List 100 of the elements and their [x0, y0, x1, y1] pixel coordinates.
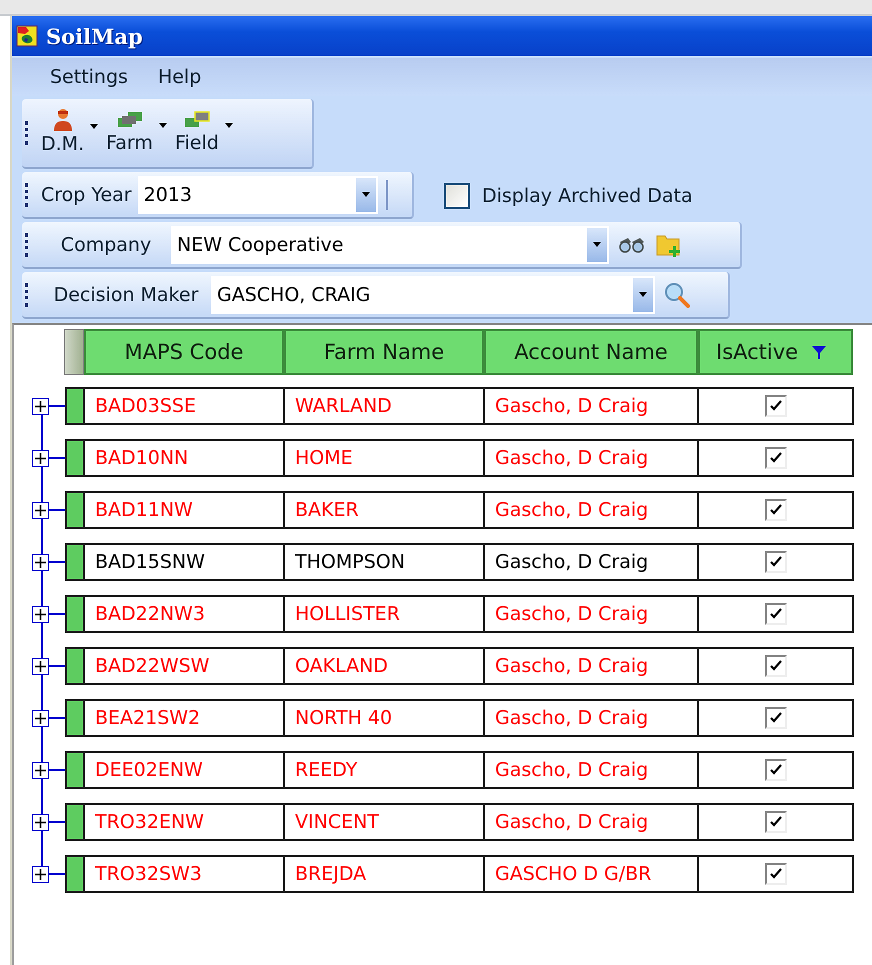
caret-icon	[90, 124, 98, 129]
table-cell: GASCHO D G/BR	[485, 857, 699, 891]
binoculars-icon[interactable]	[617, 236, 647, 254]
table-cell: VINCENT	[285, 805, 485, 839]
checkbox[interactable]	[444, 182, 470, 208]
checkmark-icon	[768, 503, 782, 517]
checkmark-icon	[768, 711, 782, 725]
crop-year-label: Crop Year	[41, 184, 133, 206]
expand-icon[interactable]	[32, 866, 49, 882]
expand-icon[interactable]	[32, 554, 49, 570]
company-dropdown[interactable]: NEW Cooperative	[171, 226, 609, 264]
table-cell: THOMPSON	[285, 545, 485, 579]
table-cell: Gascho, D Craig	[485, 545, 699, 579]
filter-icon	[812, 345, 826, 359]
table-cell: Gascho, D Craig	[485, 753, 699, 787]
caret-icon	[158, 123, 167, 128]
crop-year-dropdown[interactable]: 2013	[138, 176, 378, 214]
row-indicator[interactable]	[67, 597, 85, 631]
column-header[interactable]: MAPS Code	[84, 329, 284, 375]
table-cell: TRO32SW3	[85, 857, 285, 891]
table-cell: BAD22WSW	[85, 649, 285, 683]
expand-icon[interactable]	[32, 450, 49, 466]
table-cell: Gascho, D Craig	[485, 441, 699, 475]
column-header[interactable]: Account Name	[484, 329, 698, 375]
expand-icon[interactable]	[32, 710, 49, 726]
table-cell: OAKLAND	[285, 649, 485, 683]
row-indicator[interactable]	[67, 857, 85, 891]
table-cell: BAD10NN	[85, 441, 285, 475]
caret-icon	[224, 123, 233, 128]
row-indicator[interactable]	[67, 441, 85, 475]
checkbox[interactable]	[764, 759, 786, 781]
expand-icon[interactable]	[32, 658, 49, 674]
checkbox[interactable]	[764, 811, 786, 833]
expand-icon[interactable]	[32, 762, 49, 778]
expand-icon[interactable]	[32, 606, 49, 622]
table-cell: BREJDA	[285, 857, 485, 891]
person-icon	[52, 107, 73, 131]
menu-item[interactable]: Help	[158, 66, 202, 88]
table-cell: WARLAND	[285, 389, 485, 423]
checkmark-icon	[768, 867, 782, 881]
toolbar-button[interactable]: Field	[174, 108, 241, 158]
checkmark-icon	[768, 555, 782, 569]
checkmark-icon	[768, 399, 782, 413]
table-cell: BAD03SSE	[85, 389, 285, 423]
checkbox[interactable]	[764, 499, 786, 521]
checkmark-icon	[768, 607, 782, 621]
checkmark-icon	[768, 451, 782, 465]
table-cell: Gascho, D Craig	[485, 389, 699, 423]
expand-icon[interactable]	[32, 502, 49, 518]
expand-icon[interactable]	[32, 398, 49, 414]
row-indicator[interactable]	[67, 389, 85, 423]
toolbar-button[interactable]: D.M.	[41, 107, 106, 159]
search-icon[interactable]	[663, 280, 691, 308]
checkmark-icon	[768, 763, 782, 777]
checkbox[interactable]	[764, 655, 786, 677]
checkbox-label: Display Archived Data	[482, 184, 693, 206]
table-cell: Gascho, D Craig	[485, 493, 699, 527]
menu-item[interactable]: Settings	[50, 66, 128, 88]
row-indicator[interactable]	[67, 701, 85, 735]
column-chooser-icon[interactable]	[64, 329, 84, 375]
window-title: SoilMap	[46, 24, 143, 48]
table-cell: BAD11NW	[85, 493, 285, 527]
decision-maker-label: Decision Maker	[52, 284, 200, 306]
checkbox[interactable]	[764, 447, 786, 469]
row-indicator[interactable]	[67, 753, 85, 787]
checkmark-icon	[768, 815, 782, 829]
checkbox[interactable]	[764, 863, 786, 885]
table-cell: REEDY	[285, 753, 485, 787]
table-cell: Gascho, D Craig	[485, 805, 699, 839]
table-cell: Gascho, D Craig	[485, 597, 699, 631]
row-indicator[interactable]	[67, 493, 85, 527]
checkbox[interactable]	[764, 603, 786, 625]
table-cell: BAD15SNW	[85, 545, 285, 579]
caret-icon	[362, 192, 370, 197]
row-indicator[interactable]	[67, 805, 85, 839]
column-header[interactable]: IsActive	[698, 329, 853, 375]
table-cell: NORTH 40	[285, 701, 485, 735]
table-cell: BAD22NW3	[85, 597, 285, 631]
checkbox[interactable]	[764, 551, 786, 573]
company-label: Company	[60, 234, 152, 256]
table-cell: TRO32ENW	[85, 805, 285, 839]
table-cell: Gascho, D Craig	[485, 701, 699, 735]
row-indicator[interactable]	[67, 545, 85, 579]
checkbox[interactable]	[764, 395, 786, 417]
caret-icon	[593, 242, 601, 247]
table-cell: BEA21SW2	[85, 701, 285, 735]
table-cell: HOLLISTER	[285, 597, 485, 631]
checkmark-icon	[768, 659, 782, 673]
table-cell: Gascho, D Craig	[485, 649, 699, 683]
map-icon	[16, 25, 38, 47]
decision-maker-dropdown[interactable]: GASCHO, CRAIG	[211, 276, 655, 314]
table-cell: HOME	[285, 441, 485, 475]
checkbox[interactable]	[764, 707, 786, 729]
table-cell: DEE02ENW	[85, 753, 285, 787]
caret-icon	[639, 292, 647, 297]
expand-icon[interactable]	[32, 814, 49, 830]
toolbar-button[interactable]: Farm	[106, 108, 175, 158]
row-indicator[interactable]	[67, 649, 85, 683]
table-cell: BAKER	[285, 493, 485, 527]
column-header[interactable]: Farm Name	[284, 329, 484, 375]
